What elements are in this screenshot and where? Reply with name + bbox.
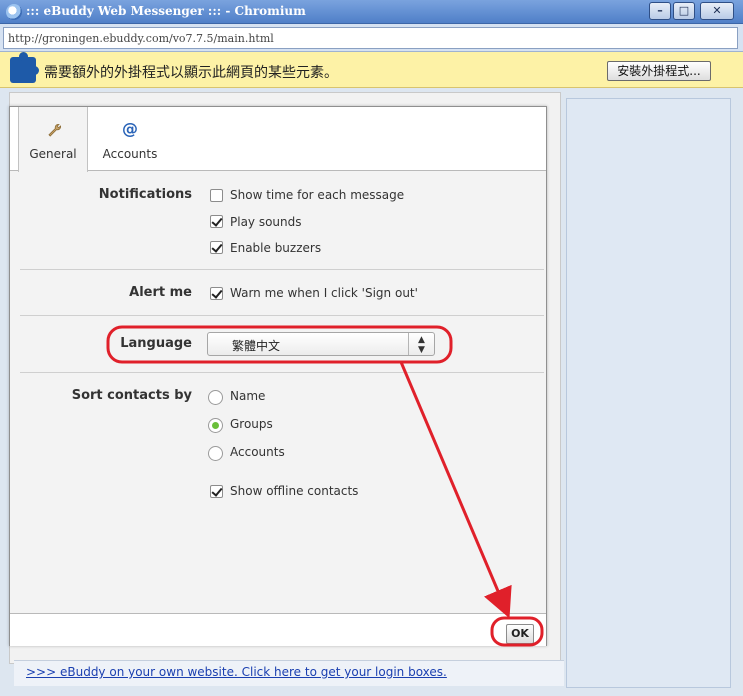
tab-accounts[interactable]: @ Accounts: [92, 107, 168, 171]
settings-tab-strip: General @ Accounts: [10, 107, 546, 172]
sort-contacts-label: Sort contacts by: [71, 388, 192, 403]
ok-button[interactable]: OK: [506, 624, 534, 644]
dialog-button-bar: OK: [10, 613, 546, 646]
show-time-label: Show time for each message: [230, 188, 405, 202]
play-sounds-checkbox[interactable]: [210, 215, 223, 228]
sort-groups-radio[interactable]: [208, 418, 223, 433]
tab-general[interactable]: General: [18, 107, 88, 172]
divider: [20, 269, 544, 270]
language-select[interactable]: 繁體中文 ▲ ▼: [207, 332, 435, 356]
address-bar: http://groningen.ebuddy.com/vo7.7.5/main…: [0, 24, 743, 52]
sort-groups-label: Groups: [230, 417, 273, 431]
install-plugin-button[interactable]: 安裝外掛程式...: [607, 61, 711, 81]
alert-me-label: Alert me: [129, 285, 192, 300]
window-title: ::: eBuddy Web Messenger ::: - Chromium: [26, 4, 306, 18]
divider: [20, 372, 544, 373]
footer-promo-link[interactable]: >>> eBuddy on your own website. Click he…: [26, 665, 447, 679]
warn-signout-checkbox[interactable]: [210, 287, 223, 300]
wrench-icon: [48, 124, 61, 137]
select-arrows-icon: ▲ ▼: [408, 333, 434, 355]
language-selected-value: 繁體中文: [232, 339, 281, 353]
divider: [20, 315, 544, 316]
tab-accounts-label: Accounts: [102, 147, 158, 161]
sort-name-radio[interactable]: [208, 390, 223, 405]
maximize-button[interactable]: □: [673, 2, 695, 20]
show-offline-checkbox[interactable]: [210, 485, 223, 498]
puzzle-piece-icon: [10, 52, 39, 83]
language-label: Language: [120, 336, 192, 351]
notifications-label: Notifications: [98, 187, 192, 202]
enable-buzzers-checkbox[interactable]: [210, 241, 223, 254]
at-icon: @: [122, 119, 138, 138]
show-offline-label: Show offline contacts: [230, 484, 359, 498]
url-field[interactable]: http://groningen.ebuddy.com/vo7.7.5/main…: [3, 27, 738, 49]
sort-accounts-label: Accounts: [230, 445, 285, 459]
warn-signout-label: Warn me when I click 'Sign out': [230, 286, 418, 300]
play-sounds-label: Play sounds: [230, 215, 302, 229]
settings-dialog: General @ Accounts Notifications Show ti…: [9, 106, 547, 646]
close-button[interactable]: ✕: [700, 2, 734, 20]
enable-buzzers-label: Enable buzzers: [230, 241, 322, 255]
plugin-infobar: 需要額外的外掛程式以顯示此網頁的某些元素。 安裝外掛程式...: [0, 52, 743, 88]
sort-name-label: Name: [230, 389, 266, 403]
tab-general-label: General: [29, 147, 77, 161]
right-side-panel: [566, 98, 731, 688]
sort-accounts-radio[interactable]: [208, 446, 223, 461]
window-title-bar: ::: eBuddy Web Messenger ::: - Chromium …: [0, 0, 743, 24]
chromium-app-icon: [6, 4, 22, 20]
show-time-checkbox[interactable]: [210, 189, 223, 202]
minimize-button[interactable]: –: [649, 2, 671, 20]
infobar-message: 需要額外的外掛程式以顯示此網頁的某些元素。: [44, 65, 338, 81]
